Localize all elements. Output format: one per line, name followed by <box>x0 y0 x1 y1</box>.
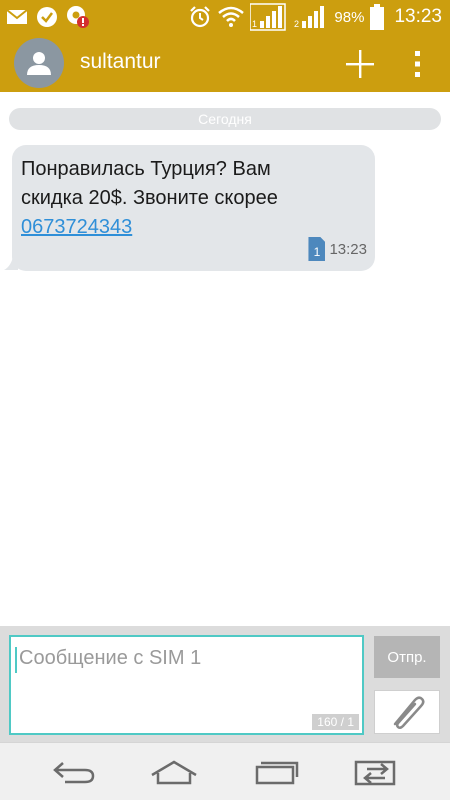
char-counter: 160 / 1 <box>312 714 359 730</box>
conversation-header: sultantur <box>0 34 450 92</box>
text-cursor <box>15 647 17 673</box>
contact-name[interactable]: sultantur <box>80 50 161 74</box>
message-placeholder: Сообщение с SIM 1 <box>19 647 202 669</box>
message-time: 13:23 <box>329 240 367 258</box>
plus-icon <box>346 50 374 78</box>
status-time: 13:23 <box>394 6 442 27</box>
signal-sim1-icon: 1 <box>250 3 287 31</box>
attach-button[interactable] <box>374 690 440 734</box>
message-text-line-2: скидка 20$. Звоните скорее <box>21 187 278 209</box>
recent-apps-button[interactable] <box>246 751 306 793</box>
dual-window-button[interactable] <box>346 751 406 793</box>
notification-icons <box>6 4 90 30</box>
home-icon <box>151 760 197 785</box>
system-icons: 1 2 98% 13:23 <box>188 0 442 34</box>
add-recipient-button[interactable] <box>338 42 382 86</box>
back-button[interactable] <box>44 751 104 793</box>
send-button[interactable]: Отпр. <box>374 636 440 678</box>
contact-avatar[interactable] <box>14 38 64 88</box>
battery-icon <box>370 4 385 30</box>
recent-apps-icon <box>255 761 299 785</box>
overflow-menu-icon <box>415 51 420 77</box>
check-icon <box>36 6 58 28</box>
phone-number-link[interactable]: 0673724343 <box>21 213 132 242</box>
message-bubble[interactable]: Понравилась Турция? Вам скидка 20$. Звон… <box>12 145 375 271</box>
back-icon <box>53 762 95 784</box>
home-button[interactable] <box>144 751 204 793</box>
sim-badge: 1 <box>308 237 326 261</box>
navigation-bar <box>0 742 450 800</box>
message-text-line-1: Понравилась Турция? Вам <box>21 158 271 180</box>
notification-icon <box>66 5 90 29</box>
compose-area: Сообщение с SIM 1 160 / 1 Отпр. <box>0 626 450 742</box>
mail-icon <box>6 9 28 25</box>
date-divider: Сегодня <box>9 108 441 130</box>
message-input[interactable]: Сообщение с SIM 1 160 / 1 <box>9 635 364 735</box>
signal-sim2-icon: 2 <box>292 3 328 31</box>
svg-text:1: 1 <box>252 19 257 29</box>
paperclip-icon <box>393 696 425 730</box>
status-bar: 1 2 98% 13:23 <box>0 0 450 34</box>
svg-text:2: 2 <box>294 19 299 29</box>
message-meta: 1 13:23 <box>308 237 367 261</box>
avatar-person-icon <box>27 52 51 75</box>
dual-window-icon <box>354 760 396 786</box>
wifi-icon <box>218 6 245 28</box>
alarm-icon <box>188 5 212 29</box>
battery-percent: 98% <box>334 8 365 26</box>
overflow-menu-button[interactable] <box>400 42 436 86</box>
